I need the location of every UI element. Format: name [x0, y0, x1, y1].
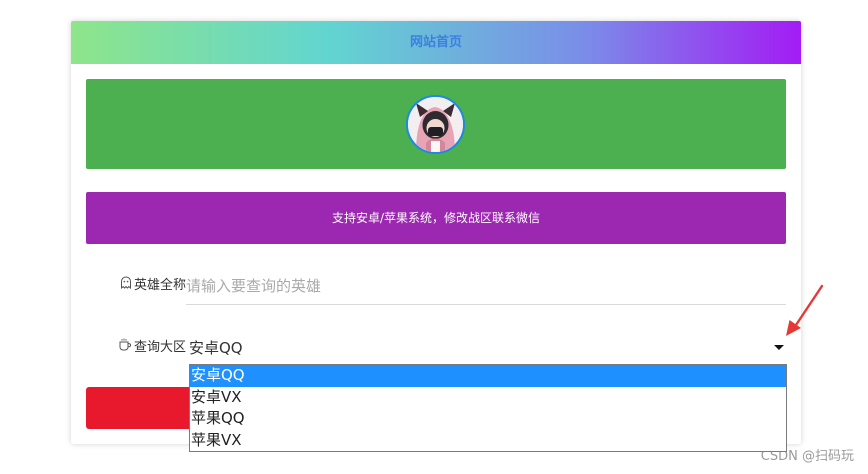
zone-dropdown[interactable]: 安卓QQ 安卓VX 苹果QQ 苹果VX [189, 364, 787, 452]
zone-label-text: 查询大区 [133, 340, 186, 355]
profile-banner [86, 79, 786, 169]
zone-option[interactable]: 安卓VX [190, 387, 786, 409]
hero-name-input[interactable] [186, 267, 786, 305]
page: 网站首页 支持安卓/苹果系统，修改战区联系微信 英雄全称 请输入要查询的英雄 查… [0, 0, 868, 474]
avatar-image [408, 97, 463, 152]
zone-option[interactable]: 苹果QQ [190, 408, 786, 430]
annotation-arrow [786, 284, 824, 336]
zone-option[interactable]: 苹果VX [190, 430, 786, 452]
caret-down-icon[interactable] [774, 345, 784, 350]
zone-option[interactable]: 安卓QQ [190, 365, 786, 387]
page-title[interactable]: 网站首页 [410, 35, 462, 50]
ghost-icon [120, 267, 132, 305]
zone-label: 查询大区 [86, 329, 186, 367]
notice-banner: 支持安卓/苹果系统，修改战区联系微信 [86, 192, 786, 244]
card-header: 网站首页 [71, 21, 801, 64]
zone-form-row: 查询大区 安卓QQ [86, 329, 786, 367]
hero-form-row: 英雄全称 [86, 267, 786, 305]
zone-select[interactable]: 安卓QQ [189, 329, 786, 367]
notice-text: 支持安卓/苹果系统，修改战区联系微信 [331, 211, 541, 225]
cup-icon [118, 329, 132, 367]
zone-select-value: 安卓QQ [189, 339, 243, 357]
hero-label: 英雄全称 [86, 267, 186, 305]
hero-label-text: 英雄全称 [133, 278, 186, 293]
avatar [406, 95, 465, 154]
bottom-hint [375, 466, 425, 474]
